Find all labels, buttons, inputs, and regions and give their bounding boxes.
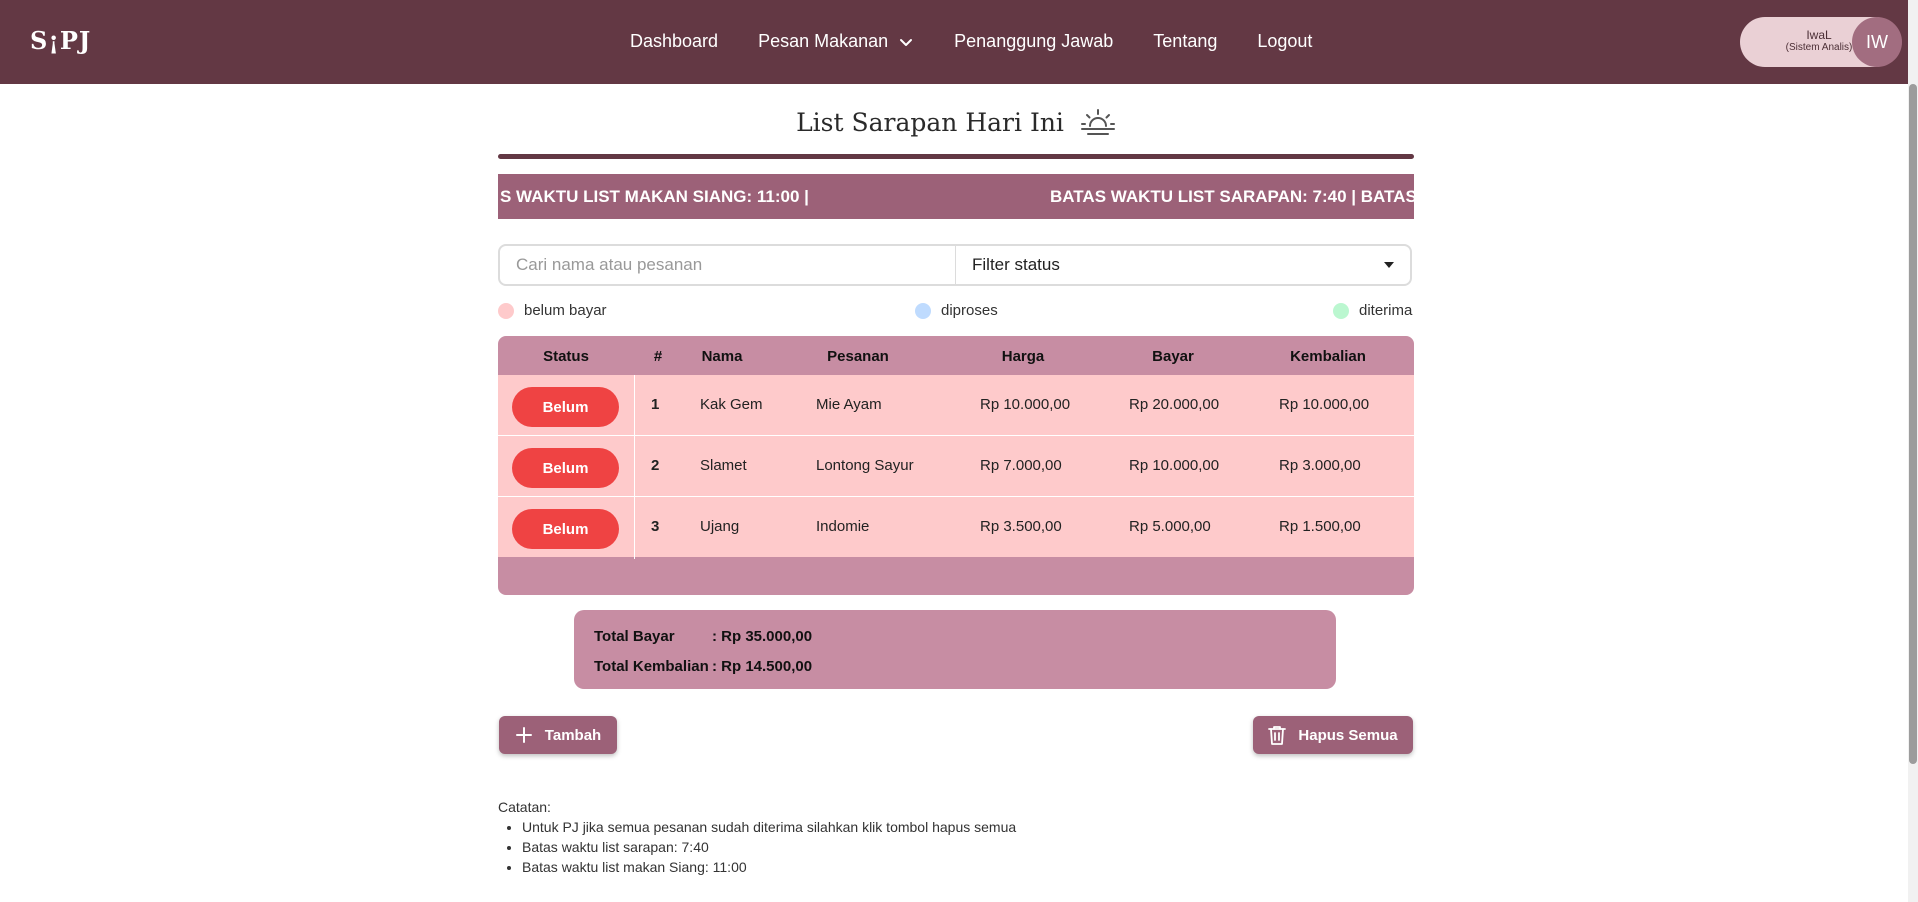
user-menu[interactable]: IwaL (Sistem Analis) IW — [1740, 17, 1902, 67]
delete-all-button[interactable]: Hapus Semua — [1253, 716, 1413, 754]
notes-list: Untuk PJ jika semua pesanan sudah diteri… — [522, 817, 1016, 877]
orders-table: Status # Nama Pesanan Harga Bayar Kembal… — [498, 336, 1414, 595]
scrollbar-thumb[interactable] — [1909, 84, 1917, 764]
header-nama: Nama — [701, 348, 743, 365]
cell-nama: Slamet — [700, 457, 747, 474]
status-button[interactable]: Belum — [512, 387, 619, 427]
page-title-row: List Sarapan Hari Ini — [498, 104, 1414, 140]
nav-link-pesan-makanan[interactable]: Pesan Makanan — [758, 31, 914, 52]
status-filter-select[interactable]: Filter status — [956, 246, 1410, 284]
header-bayar: Bayar — [1152, 348, 1194, 365]
plus-icon — [515, 727, 532, 743]
total-kembalian-value: : Rp 14.500,00 — [712, 658, 813, 675]
top-navbar: S¡PJ Dashboard Pesan Makanan Penanggung … — [0, 0, 1918, 84]
nav-link-dashboard[interactable]: Dashboard — [630, 31, 718, 52]
header-harga: Harga — [1001, 348, 1045, 365]
column-divider — [634, 375, 635, 559]
delete-all-button-label: Hapus Semua — [1298, 726, 1398, 744]
cell-bayar: Rp 5.000,00 — [1129, 518, 1211, 535]
sunrise-icon — [1080, 109, 1115, 135]
cell-number: 2 — [651, 457, 660, 474]
cell-pesanan: Mie Ayam — [816, 396, 882, 413]
total-kembalian-label: Total Kembalian — [594, 658, 709, 675]
cell-number: 3 — [651, 518, 660, 535]
cell-harga: Rp 7.000,00 — [980, 457, 1062, 474]
notes-title: Catatan: — [498, 799, 551, 815]
table-row: Belum 1 Kak Gem Mie Ayam Rp 10.000,00 Rp… — [498, 375, 1414, 435]
note-item: Untuk PJ jika semua pesanan sudah diteri… — [522, 817, 1016, 837]
filter-bar: Filter status — [498, 244, 1412, 286]
nav-link-logout[interactable]: Logout — [1257, 31, 1312, 52]
cell-kembalian: Rp 10.000,00 — [1279, 396, 1370, 413]
cell-harga: Rp 3.500,00 — [980, 518, 1062, 535]
totals-box: Total Bayar : Rp 35.000,00 Total Kembali… — [574, 610, 1336, 689]
cell-nama: Kak Gem — [700, 396, 763, 413]
legend-dot — [915, 302, 931, 319]
nav-link-penanggung-jawab[interactable]: Penanggung Jawab — [954, 31, 1113, 52]
legend-label: belum bayar — [524, 302, 607, 319]
legend-item: diterima — [1333, 302, 1412, 319]
total-bayar-label: Total Bayar — [594, 628, 675, 645]
add-button-label: Tambah — [544, 726, 602, 744]
cell-harga: Rp 10.000,00 — [980, 396, 1071, 413]
cell-kembalian: Rp 1.500,00 — [1279, 518, 1361, 535]
cell-pesanan: Indomie — [816, 518, 870, 535]
avatar[interactable]: IW — [1852, 17, 1902, 67]
table-row: Belum 3 Ujang Indomie Rp 3.500,00 Rp 5.0… — [498, 497, 1414, 557]
status-filter-label: Filter status — [972, 255, 1060, 274]
notes-section: Catatan: Untuk PJ jika semua pesanan sud… — [498, 797, 1016, 877]
marquee-segment: S WAKTU LIST MAKAN SIANG: 11:00 | — [500, 187, 809, 206]
legend-item: diproses — [915, 302, 998, 319]
status-button[interactable]: Belum — [512, 448, 619, 488]
cell-bayar: Rp 20.000,00 — [1129, 396, 1220, 413]
legend-dot — [1333, 302, 1349, 319]
cell-number: 1 — [651, 396, 660, 413]
title-divider — [498, 154, 1414, 159]
cell-pesanan: Lontong Sayur — [816, 457, 914, 474]
header-status: Status — [543, 348, 589, 365]
caret-down-icon — [1384, 262, 1394, 268]
status-button[interactable]: Belum — [512, 509, 619, 549]
header-kembalian: Kembalian — [1290, 348, 1366, 365]
brand-logo[interactable]: S¡PJ — [30, 26, 91, 55]
deadline-marquee: S WAKTU LIST MAKAN SIANG: 11:00 | BATAS … — [498, 174, 1414, 219]
table-row: Belum 2 Slamet Lontong Sayur Rp 7.000,00… — [498, 436, 1414, 496]
search-input[interactable] — [500, 246, 956, 284]
total-bayar-value: : Rp 35.000,00 — [712, 628, 813, 645]
legend-item: belum bayar — [498, 302, 607, 319]
nav-link-pesan-makanan-label: Pesan Makanan — [758, 31, 889, 51]
nav-links: Dashboard Pesan Makanan Penanggung Jawab… — [630, 31, 1352, 52]
page-title: List Sarapan Hari Ini — [796, 107, 1064, 137]
chevron-down-icon — [900, 38, 913, 46]
table-header: Status # Nama Pesanan Harga Bayar Kembal… — [498, 336, 1414, 375]
cell-kembalian: Rp 3.000,00 — [1279, 457, 1361, 474]
trash-icon — [1268, 726, 1287, 745]
header-number: # — [653, 348, 663, 365]
header-pesanan: Pesanan — [827, 348, 889, 365]
note-item: Batas waktu list sarapan: 7:40 — [522, 837, 1016, 857]
legend-label: diproses — [941, 302, 998, 319]
cell-bayar: Rp 10.000,00 — [1129, 457, 1220, 474]
legend-label: diterima — [1359, 302, 1413, 319]
legend-dot — [498, 302, 514, 319]
add-button[interactable]: Tambah — [499, 716, 617, 754]
marquee-segment: BATAS WAKTU LIST SARAPAN: 7:40 | BATAS W — [1050, 187, 1414, 206]
nav-link-tentang[interactable]: Tentang — [1153, 31, 1217, 52]
note-item: Batas waktu list makan Siang: 11:00 — [522, 857, 1016, 877]
cell-nama: Ujang — [700, 518, 740, 535]
